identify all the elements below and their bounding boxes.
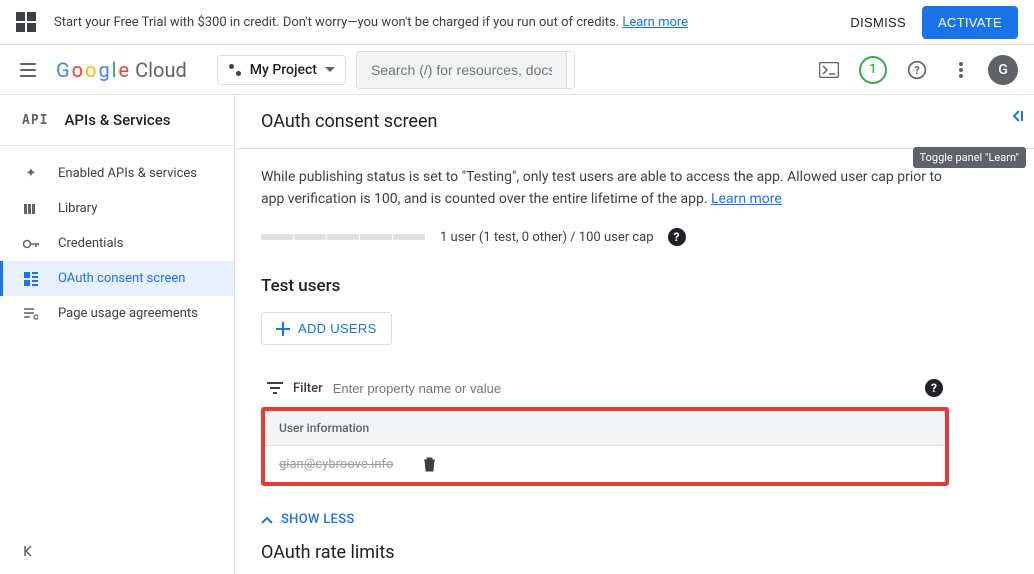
add-users-button[interactable]: ADD USERS (261, 312, 392, 345)
agreements-icon (22, 308, 40, 320)
banner-learn-more-link[interactable]: Learn more (622, 15, 688, 30)
sidebar: API APIs & Services ✦ Enabled APIs & ser… (0, 95, 235, 574)
project-dots-icon (228, 63, 242, 77)
hamburger-menu-icon[interactable] (16, 58, 40, 82)
sidebar-item-library[interactable]: Library (0, 191, 234, 226)
toggle-learn-panel-button[interactable] (1010, 109, 1024, 123)
chevron-up-icon (261, 516, 273, 524)
test-users-table: User information gian@cybroove.info (261, 407, 949, 486)
sidebar-item-page-usage[interactable]: Page usage agreements (0, 296, 234, 331)
sidebar-item-credentials[interactable]: Credentials (0, 226, 234, 261)
help-tooltip-icon[interactable]: ? (668, 228, 686, 246)
table-header-cell: User information (265, 411, 945, 446)
notifications-icon[interactable]: 1 (856, 53, 890, 87)
filter-label: Filter (293, 381, 323, 396)
notification-badge: 1 (859, 56, 887, 84)
google-cloud-logo[interactable]: Google Cloud (56, 58, 187, 82)
dismiss-button[interactable]: DISMISS (834, 7, 922, 38)
filter-row: Filter ? (261, 369, 949, 408)
sidebar-item-label: Page usage agreements (58, 306, 198, 321)
delete-user-button[interactable] (423, 457, 436, 472)
sidebar-item-label: Enabled APIs & services (58, 166, 197, 181)
user-avatar[interactable]: G (988, 55, 1018, 85)
show-less-button[interactable]: SHOW LESS (261, 512, 355, 527)
key-icon (22, 239, 40, 249)
search-button[interactable]: Search (566, 52, 575, 88)
banner-text: Start your Free Trial with $300 in credi… (54, 15, 688, 30)
search-input[interactable] (357, 52, 566, 88)
sidebar-item-enabled-apis[interactable]: ✦ Enabled APIs & services (0, 156, 234, 191)
filter-help-icon[interactable]: ? (925, 379, 943, 397)
library-icon (22, 202, 40, 216)
sidebar-item-label: Credentials (58, 236, 123, 251)
activate-button[interactable]: ACTIVATE (922, 6, 1018, 39)
help-icon[interactable]: ? (900, 53, 934, 87)
user-cap-row: 1 user (1 test, 0 other) / 100 user cap … (261, 228, 949, 246)
info-paragraph: While publishing status is set to "Testi… (261, 167, 949, 210)
table-row: gian@cybroove.info (265, 446, 945, 482)
main-toolbar: Google Cloud My Project Search 1 ? G (0, 45, 1034, 95)
sidebar-header: API APIs & Services (0, 95, 234, 146)
test-users-heading: Test users (261, 276, 949, 296)
sidebar-item-oauth-consent[interactable]: OAuth consent screen (0, 261, 234, 296)
api-icon: API (22, 113, 48, 128)
svg-text:?: ? (914, 64, 919, 77)
consent-screen-icon (22, 272, 40, 286)
sidebar-title: APIs & Services (64, 111, 170, 129)
collapse-sidebar-icon[interactable] (0, 528, 234, 574)
project-selector[interactable]: My Project (217, 55, 346, 85)
user-email-cell: gian@cybroove.info (279, 457, 393, 472)
sidebar-item-label: Library (58, 201, 97, 216)
cloud-shell-icon[interactable] (812, 53, 846, 87)
oauth-rate-limits-heading: OAuth rate limits (261, 542, 949, 563)
more-menu-icon[interactable] (944, 53, 978, 87)
info-learn-more-link[interactable]: Learn more (711, 191, 782, 207)
user-cap-text: 1 user (1 test, 0 other) / 100 user cap (440, 230, 654, 245)
filter-icon (267, 382, 283, 394)
main-content: OAuth consent screen While publishing st… (235, 95, 1034, 574)
filter-input[interactable] (333, 381, 915, 396)
search-bar: Search (356, 51, 575, 89)
free-trial-banner: Start your Free Trial with $300 in credi… (0, 0, 1034, 45)
plus-icon (276, 322, 290, 336)
gift-icon (16, 12, 36, 32)
diamond-icon: ✦ (22, 166, 40, 181)
learn-panel-tooltip: Toggle panel "Learn" (913, 147, 1026, 168)
user-cap-bar (261, 234, 426, 240)
page-title: OAuth consent screen (261, 111, 1008, 132)
chevron-left-panel-icon (1010, 109, 1024, 123)
trash-icon (423, 457, 436, 472)
caret-down-icon (325, 67, 335, 73)
project-name-label: My Project (250, 62, 317, 78)
sidebar-item-label: OAuth consent screen (58, 271, 185, 286)
